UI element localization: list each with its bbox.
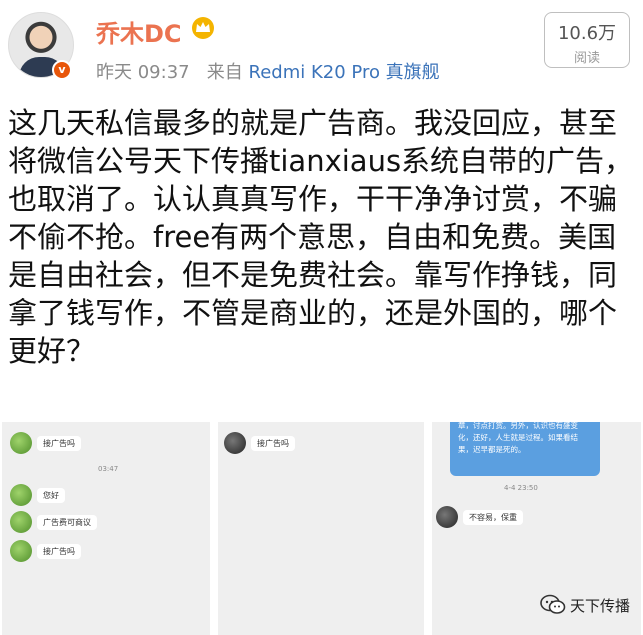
chat-bubble: 接广告吗 bbox=[37, 543, 81, 559]
sender-avatar-icon bbox=[10, 484, 32, 506]
post-header: v 乔木DC 昨天 09:37 来自 Redmi K20 Pro 真旗舰 10.… bbox=[0, 0, 643, 92]
sender-avatar-icon bbox=[10, 540, 32, 562]
sender-avatar-icon bbox=[224, 432, 246, 454]
source-link[interactable]: Redmi K20 Pro 真旗舰 bbox=[249, 62, 440, 83]
crown-icon bbox=[192, 17, 214, 39]
post-text: 这几天私信最多的就是广告商。我没回应，甚至将微信公号天下传播tianxiaus系… bbox=[8, 106, 634, 368]
watermark: 天下传播 bbox=[540, 594, 630, 616]
chat-message: 不容易，保重 bbox=[436, 506, 523, 528]
chat-screenshot-2[interactable]: 接广告吗 bbox=[218, 422, 424, 635]
watermark-text: 天下传播 bbox=[570, 596, 631, 615]
sender-avatar-icon bbox=[10, 432, 32, 454]
read-count: 10.6万 bbox=[557, 23, 617, 44]
chat-message: 接广告吗 bbox=[10, 540, 81, 562]
chat-time: 4-4 23:50 bbox=[504, 484, 538, 492]
read-count-box: 10.6万 阅读 bbox=[544, 12, 630, 68]
sender-avatar-icon bbox=[436, 506, 458, 528]
chat-bubble: 您好 bbox=[37, 487, 65, 503]
chat-message: 广告费可商议 bbox=[10, 511, 97, 533]
chat-message: 接广告吗 bbox=[10, 432, 81, 454]
read-label: 阅读 bbox=[573, 51, 600, 66]
chat-screenshot-1[interactable]: 接广告吗 03:47 您好 广告费可商议 接广告吗 bbox=[2, 422, 210, 635]
chat-bubble: 广告费可商议 bbox=[37, 514, 97, 530]
chat-bubble: 接广告吗 bbox=[251, 435, 295, 451]
source-prefix: 来自 bbox=[206, 62, 243, 83]
reply-bubble: 章，讨点打赏。另外，认识也有盛变化，还好，人生就是过程。如果看结果，迟早都是死的… bbox=[450, 422, 600, 476]
post-time: 昨天 09:37 bbox=[96, 62, 190, 83]
chat-bubble: 不容易，保重 bbox=[463, 509, 523, 525]
sender-avatar-icon bbox=[10, 511, 32, 533]
chat-message: 您好 bbox=[10, 484, 65, 506]
post-meta: 昨天 09:37 来自 Redmi K20 Pro 真旗舰 bbox=[96, 58, 440, 84]
chat-message: 接广告吗 bbox=[224, 432, 295, 454]
verified-badge-icon: v bbox=[52, 60, 72, 80]
username[interactable]: 乔木DC bbox=[96, 14, 182, 49]
chat-bubble: 接广告吗 bbox=[37, 435, 81, 451]
chat-time: 03:47 bbox=[98, 465, 119, 473]
wechat-icon bbox=[540, 594, 566, 614]
